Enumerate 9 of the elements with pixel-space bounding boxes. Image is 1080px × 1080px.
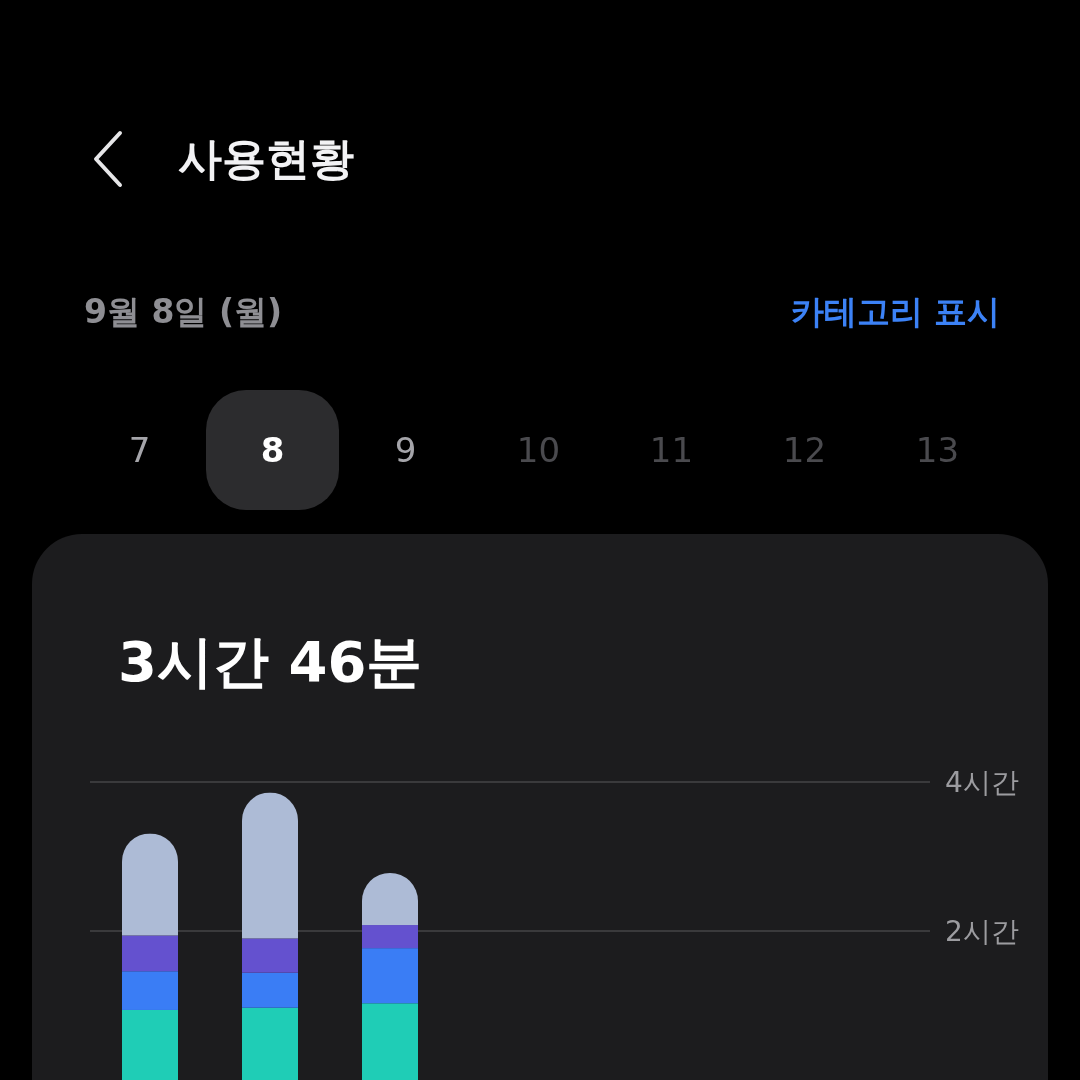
day-tab[interactable]: 8 [206, 390, 339, 510]
axis-label: 2시간 [945, 915, 1019, 948]
selected-date: 9월 8일 (월) [84, 291, 283, 333]
page-title: 사용현황 [178, 131, 354, 186]
category-toggle-link[interactable]: 카테고리 표시 [790, 290, 1000, 335]
total-usage: 3시간 46분 [117, 628, 424, 690]
day-tab[interactable]: 7 [73, 390, 206, 510]
day-tab[interactable]: 9 [339, 390, 472, 510]
axis-label: 4시간 [945, 766, 1019, 799]
